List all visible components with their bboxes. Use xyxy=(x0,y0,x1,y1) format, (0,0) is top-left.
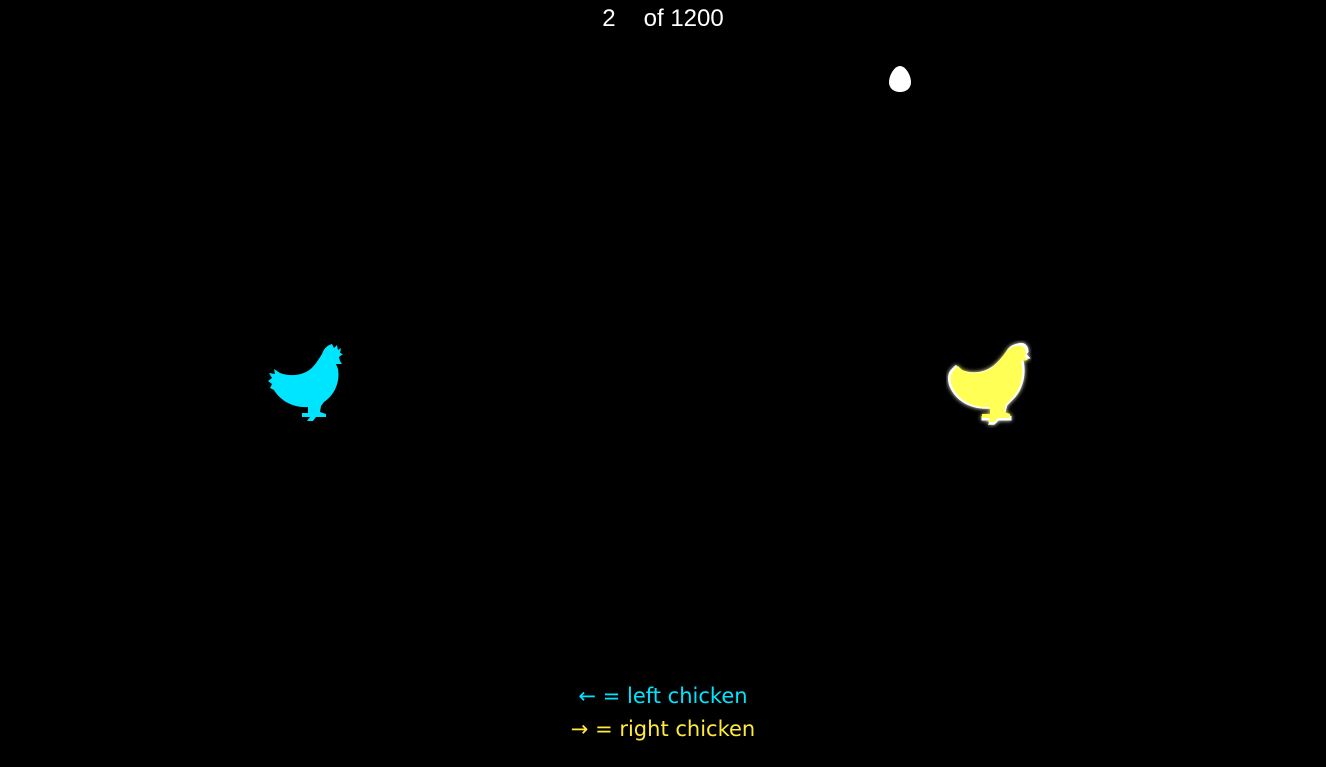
legend-right-label: = right chicken xyxy=(595,717,756,741)
trial-counter: 2 of 1200 xyxy=(0,5,1326,33)
game-stage: 2 of 1200 ← = left chicken → = right chic… xyxy=(0,0,1326,767)
egg-icon xyxy=(889,66,911,92)
left-chicken-icon[interactable] xyxy=(266,342,344,424)
key-legend: ← = left chicken → = right chicken xyxy=(0,680,1326,746)
right-arrow-icon: → xyxy=(570,717,589,741)
legend-left: ← = left chicken xyxy=(0,680,1326,713)
legend-left-label: = left chicken xyxy=(602,684,748,708)
left-arrow-icon: ← xyxy=(578,684,597,708)
trial-current: 2 xyxy=(602,5,616,32)
trial-total: of 1200 xyxy=(643,5,724,32)
right-chicken-icon[interactable] xyxy=(946,340,1032,428)
legend-right: → = right chicken xyxy=(0,713,1326,746)
